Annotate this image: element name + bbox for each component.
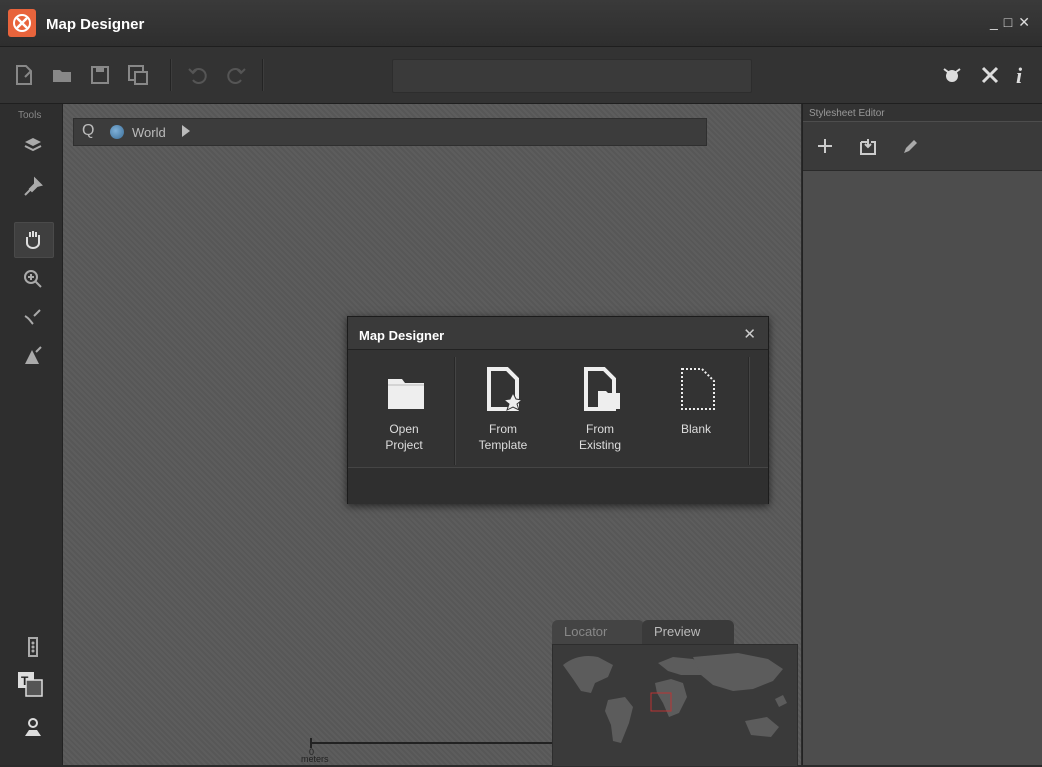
toolbar-divider <box>262 59 264 91</box>
new-file-icon[interactable] <box>12 63 36 87</box>
edit-nodes-icon[interactable] <box>22 306 44 328</box>
window-controls: _□✕ <box>990 14 1036 31</box>
redo-icon[interactable] <box>224 63 248 87</box>
close-icon[interactable]: ✕ <box>1018 14 1036 31</box>
save-as-icon[interactable] <box>126 63 150 87</box>
stylesheet-editor-panel: Stylesheet Editor <box>802 104 1042 765</box>
from-existing-label: From Existing <box>578 422 622 452</box>
settings-tools-icon[interactable] <box>978 63 1002 87</box>
app-title: Map Designer <box>46 16 145 33</box>
blank-label: Blank <box>680 422 712 436</box>
maximize-icon[interactable]: □ <box>1004 14 1018 30</box>
new-project-dialog: Map Designer ✕ Open Project From Templat… <box>347 316 769 504</box>
stylesheet-editor-header: Stylesheet Editor <box>803 104 1042 121</box>
stylesheet-editor-label: Stylesheet Editor <box>809 108 885 119</box>
search-input[interactable] <box>392 59 752 93</box>
tab-preview[interactable]: Preview <box>642 620 734 644</box>
app-logo-icon <box>8 9 36 37</box>
edit-shape-icon[interactable] <box>22 344 44 366</box>
tools-panel: Tools <box>0 104 63 765</box>
traffic-light-icon[interactable] <box>22 636 44 658</box>
add-icon[interactable] <box>815 136 835 161</box>
close-icon[interactable]: ✕ <box>743 325 756 343</box>
locator-map[interactable] <box>552 644 798 767</box>
title-bar: Map Designer _□✕ <box>0 0 1042 47</box>
edit-pencil-icon[interactable] <box>901 138 919 161</box>
dialog-footer <box>348 467 768 504</box>
open-project-button[interactable]: Open Project <box>361 361 447 463</box>
zoom-in-icon[interactable] <box>22 268 44 290</box>
scale-label: meters <box>301 754 329 764</box>
scale-bar <box>310 742 554 744</box>
open-project-label: Open Project <box>385 422 423 452</box>
save-icon[interactable] <box>88 63 112 87</box>
toolbar-divider <box>170 59 172 91</box>
folder-icon <box>388 367 424 411</box>
layers-icon[interactable] <box>22 134 44 156</box>
route-pin-icon[interactable] <box>22 716 44 738</box>
dialog-header: Map Designer ✕ <box>348 317 768 350</box>
blank-page-icon <box>680 367 716 411</box>
breadcrumb: Q World <box>73 118 707 146</box>
open-folder-icon[interactable] <box>50 63 74 87</box>
svg-text:T: T <box>21 674 29 688</box>
from-template-label: From Template <box>478 422 528 452</box>
main-toolbar: i <box>0 47 1042 104</box>
pin-icon[interactable] <box>22 176 44 198</box>
text-tool-icon[interactable]: T <box>16 670 44 698</box>
tools-label: Tools <box>18 110 42 121</box>
tab-locator[interactable]: Locator <box>552 620 644 644</box>
breadcrumb-search-icon[interactable]: Q <box>82 122 94 140</box>
info-icon[interactable]: i <box>1016 63 1040 88</box>
dialog-title: Map Designer <box>359 328 445 343</box>
pan-hand-icon[interactable] <box>22 228 44 250</box>
existing-icon <box>584 367 620 411</box>
dialog-divider <box>454 357 456 465</box>
locator-panel: Locator Preview <box>552 620 798 767</box>
minimize-icon[interactable]: _ <box>990 14 1004 30</box>
from-template-button[interactable]: From Template <box>460 361 546 463</box>
alarm-icon[interactable] <box>940 63 964 87</box>
globe-icon <box>110 125 124 139</box>
blank-button[interactable]: Blank <box>653 361 739 463</box>
from-existing-button[interactable]: From Existing <box>557 361 643 463</box>
dialog-divider <box>748 357 750 465</box>
stylesheet-editor-toolbar <box>803 122 1042 171</box>
undo-icon[interactable] <box>186 63 210 87</box>
breadcrumb-location[interactable]: World <box>132 125 166 140</box>
import-icon[interactable] <box>857 136 879 163</box>
template-icon <box>487 367 524 411</box>
chevron-right-icon[interactable] <box>182 125 190 137</box>
